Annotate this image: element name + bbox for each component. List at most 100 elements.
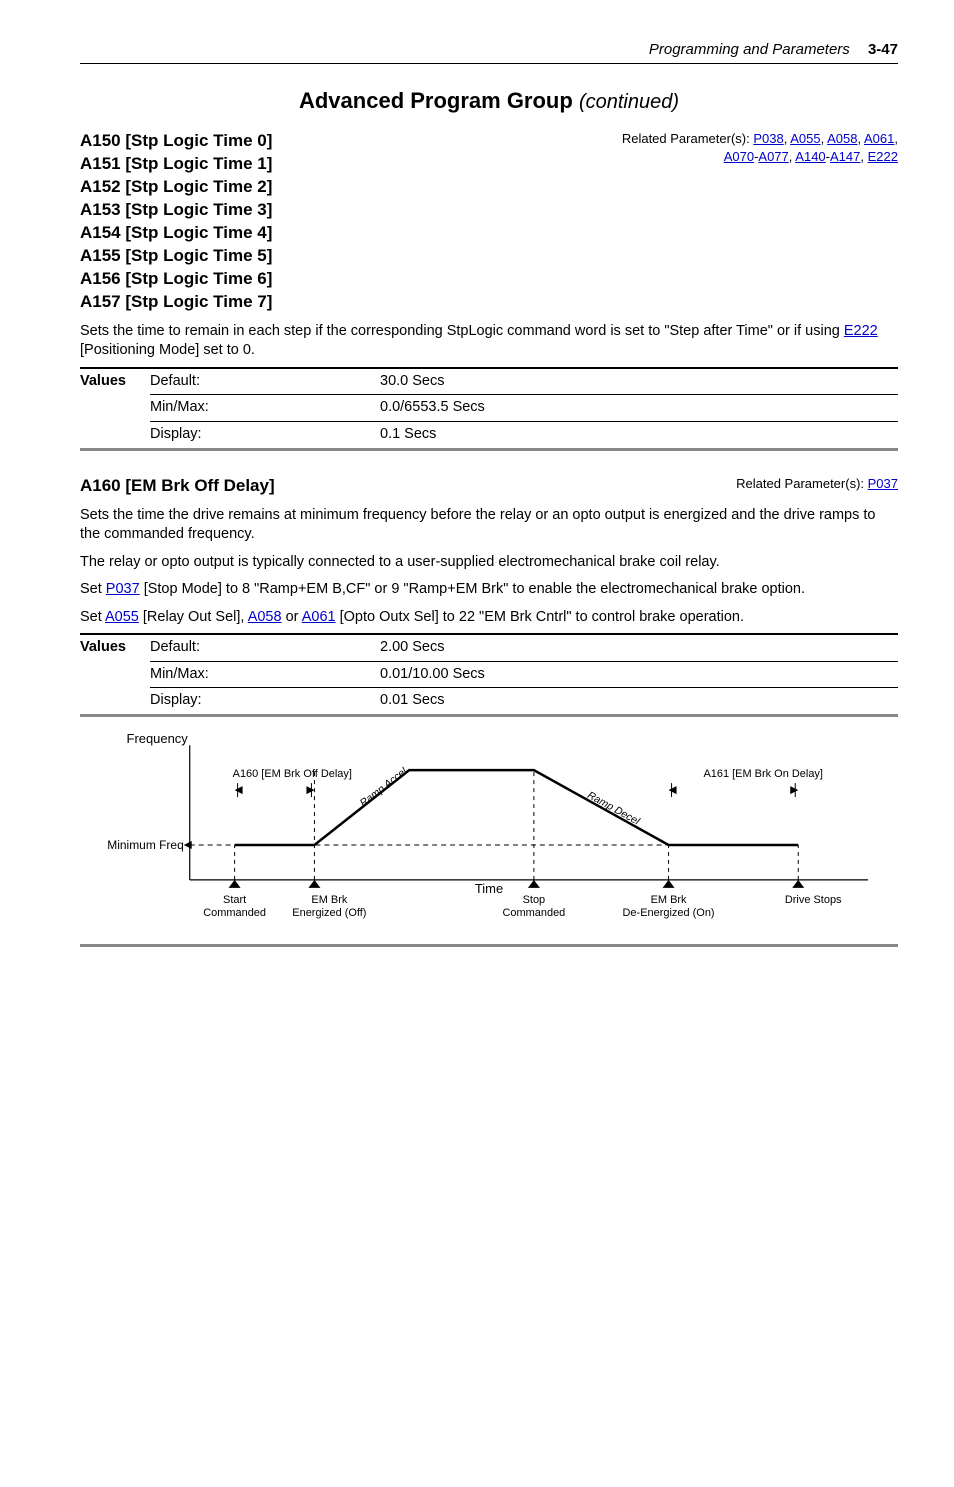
param-name: A154 [Stp Logic Time 4] [80,222,272,245]
cell-display-label: Display: [150,688,380,716]
desc-a: Sets the time to remain in each step if … [80,323,844,339]
cell-default-value: 2.00 Secs [380,634,898,661]
a160-p3: Set P037 [Stop Mode] to 8 "Ramp+EM B,CF"… [80,580,898,600]
param-head-row: A160 [EM Brk Off Delay] Related Paramete… [80,475,898,498]
values-label: Values [80,634,150,715]
event-arrow-icon [528,880,540,888]
param-name: A155 [Stp Logic Time 5] [80,245,272,268]
chart-ramp-decel: Ramp Decel [585,790,641,828]
values-table-2: Values Default: 2.00 Secs Min/Max: 0.01/… [80,633,898,717]
cell-default-value: 30.0 Secs [380,368,898,395]
link-a058-inline[interactable]: A058 [248,609,282,625]
values-table-1: Values Default: 30.0 Secs Min/Max: 0.0/6… [80,367,898,451]
p3b: [Stop Mode] to 8 "Ramp+EM B,CF" or 9 "Ra… [140,581,805,597]
param-names: A150 [Stp Logic Time 0] A151 [Stp Logic … [80,130,272,314]
ev2a: EM Brk [311,894,347,906]
param-name: A153 [Stp Logic Time 3] [80,199,272,222]
page-number: 3-47 [868,41,898,58]
cell-minmax-value: 0.01/10.00 Secs [380,661,898,688]
chart-off-delay: A160 [EM Brk Off Delay] [233,768,352,780]
group-title-cont: (continued) [579,91,679,113]
param-head-row: A150 [Stp Logic Time 0] A151 [Stp Logic … [80,130,898,314]
event-arrow-icon [308,880,320,888]
table-row: Display: 0.01 Secs [80,688,898,716]
table-row: Display: 0.1 Secs [80,422,898,450]
link-a055-inline[interactable]: A055 [105,609,139,625]
event-arrow-icon [229,880,241,888]
range-arrow-right-icon [790,786,798,794]
link-p037[interactable]: P037 [868,476,898,491]
link-a055[interactable]: A055 [790,131,820,146]
p4a: Set [80,609,105,625]
a160-p1: Sets the time the drive remains at minim… [80,506,898,545]
timing-chart: Frequency Minimum Freq A160 [EM Brk Off … [80,725,898,935]
ev4b: De-Energized (On) [623,907,715,919]
desc-b: [Positioning Mode] set to 0. [80,342,255,358]
link-a061-inline[interactable]: A061 [302,609,336,625]
param-name: A152 [Stp Logic Time 2] [80,176,272,199]
link-p037-inline[interactable]: P037 [106,581,140,597]
cell-display-value: 0.1 Secs [380,422,898,450]
ev1a: Start [223,894,246,906]
chart-xlabel: Time [475,881,503,896]
related-prefix: Related Parameter(s): [736,476,868,491]
block1-description: Sets the time to remain in each step if … [80,322,898,361]
cell-default-label: Default: [150,368,380,395]
p4b: [Relay Out Sel], [139,609,248,625]
link-a140[interactable]: A140 [795,149,825,164]
a160-p2: The relay or opto output is typically co… [80,553,898,573]
chart-on-delay: A161 [EM Brk On Delay] [703,768,822,780]
event-arrow-icon [792,880,804,888]
range-arrow-left-icon [669,786,677,794]
param-block-a150-a157: A150 [Stp Logic Time 0] A151 [Stp Logic … [80,130,898,450]
timing-chart-wrapper: Frequency Minimum Freq A160 [EM Brk Off … [80,717,898,947]
param-title-a160: A160 [EM Brk Off Delay] [80,475,275,498]
values-label: Values [80,368,150,449]
link-e222[interactable]: E222 [868,149,898,164]
param-name: A150 [Stp Logic Time 0] [80,130,272,153]
link-a077[interactable]: A077 [758,149,788,164]
cell-minmax-label: Min/Max: [150,661,380,688]
cell-minmax-label: Min/Max: [150,395,380,422]
table-row: Values Default: 2.00 Secs [80,634,898,661]
group-title-main: Advanced Program Group [299,88,573,113]
link-p038[interactable]: P038 [753,131,783,146]
param-block-a160: A160 [EM Brk Off Delay] Related Paramete… [80,475,898,947]
range-arrow-right-icon [306,786,314,794]
group-title: Advanced Program Group (continued) [80,86,898,116]
page-header: Programming and Parameters 3-47 [80,40,898,64]
p3a: Set [80,581,106,597]
ev3a: Stop [523,894,546,906]
ev2b: Energized (Off) [292,907,366,919]
related-prefix: Related Parameter(s): [622,131,754,146]
header-text: Programming and Parameters 3-47 [80,40,898,60]
event-arrow-icon [663,880,675,888]
ev1b: Commanded [203,907,266,919]
param-name: A156 [Stp Logic Time 6] [80,268,272,291]
section-title: Programming and Parameters [649,41,850,58]
param-name: A151 [Stp Logic Time 1] [80,153,272,176]
ev4a: EM Brk [651,894,687,906]
related-parameters: Related Parameter(s): P038, A055, A058, … [622,130,898,165]
a160-p4: Set A055 [Relay Out Sel], A058 or A061 [… [80,608,898,628]
link-a070[interactable]: A070 [724,149,754,164]
chart-ylabel: Frequency [127,731,189,746]
p4d: [Opto Outx Sel] to 22 "EM Brk Cntrl" to … [336,609,744,625]
link-a061[interactable]: A061 [864,131,894,146]
link-a147[interactable]: A147 [830,149,860,164]
link-e222-inline[interactable]: E222 [844,323,878,339]
chart-minfreq-label: Minimum Freq [107,838,183,852]
cell-minmax-value: 0.0/6553.5 Secs [380,395,898,422]
cell-display-value: 0.01 Secs [380,688,898,716]
chart-ramp-accel: Ramp Accel [358,766,409,810]
table-row: Min/Max: 0.0/6553.5 Secs [80,395,898,422]
cell-display-label: Display: [150,422,380,450]
range-arrow-left-icon [235,786,243,794]
table-row: Min/Max: 0.01/10.00 Secs [80,661,898,688]
p4c: or [282,609,302,625]
link-a058[interactable]: A058 [827,131,857,146]
ev5a: Drive Stops [785,894,842,906]
ev3b: Commanded [502,907,565,919]
param-name: A157 [Stp Logic Time 7] [80,291,272,314]
table-row: Values Default: 30.0 Secs [80,368,898,395]
